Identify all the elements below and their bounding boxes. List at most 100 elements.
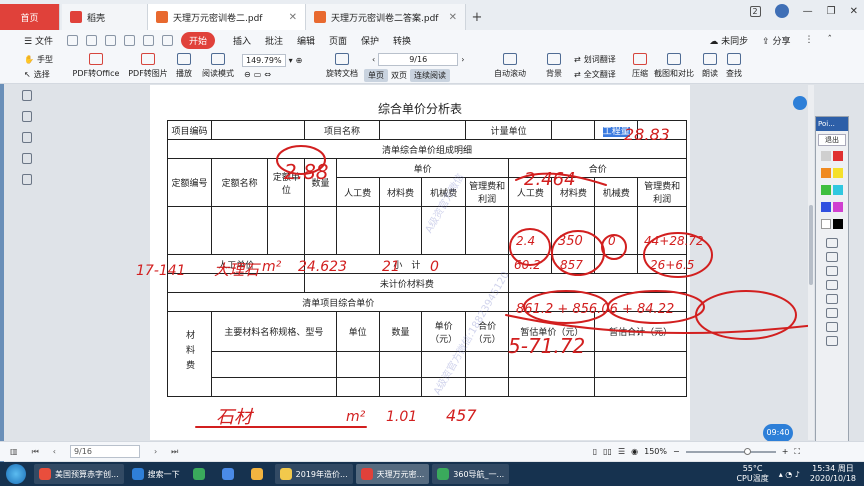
avatar[interactable] <box>774 4 789 18</box>
color-swatch[interactable] <box>821 185 831 195</box>
menu-insert[interactable]: 插入 <box>233 34 251 47</box>
taskbar-item[interactable]: 360导航_一... <box>432 464 510 484</box>
color-swatch[interactable] <box>821 168 831 178</box>
color-swatch[interactable] <box>833 219 843 229</box>
color-swatch[interactable] <box>821 202 831 212</box>
menu-page[interactable]: 页面 <box>329 34 347 47</box>
taskbar-item[interactable]: 美国预算赤字创... <box>34 464 124 484</box>
cpu-temp[interactable]: 55°C CPU温度 <box>736 464 768 484</box>
select-tool[interactable]: ↖ 选择 <box>24 69 50 80</box>
signature-icon[interactable] <box>22 174 32 185</box>
rect-tool-icon[interactable] <box>826 266 838 276</box>
zoom-slider[interactable] <box>685 447 776 455</box>
eye-icon[interactable]: ◉ <box>631 447 638 456</box>
menu-edit[interactable]: 编辑 <box>297 34 315 47</box>
redo-icon[interactable] <box>161 34 173 46</box>
window-count-badge[interactable]: 2 <box>749 5 761 17</box>
zoom-in-icon[interactable]: + <box>782 447 789 456</box>
print-preview-icon[interactable] <box>123 34 135 46</box>
next-page-icon[interactable]: › <box>461 55 464 64</box>
assistant-float-button[interactable] <box>793 96 807 110</box>
next-page-icon[interactable]: › <box>154 447 157 456</box>
document-viewport[interactable]: 综合单价分析表 项目编码 项目名称 计量单位 工程量 清单综合单价组成明细 定额… <box>46 85 808 440</box>
single-page-button[interactable]: 单页 <box>364 69 388 82</box>
screenshot-compare-button[interactable]: 截图和对比 <box>654 53 694 79</box>
view-double-icon[interactable]: ▯▯ <box>603 447 612 456</box>
compress-button[interactable]: 压缩 <box>628 53 652 79</box>
play-button[interactable]: 播放 <box>172 53 196 79</box>
background-button[interactable]: 背景 <box>540 53 568 79</box>
thumbnail-icon[interactable] <box>22 111 32 122</box>
sync-button[interactable]: ☁ 未同步 <box>709 34 748 47</box>
taskbar-item[interactable] <box>246 464 272 484</box>
ellipse-tool-icon[interactable] <box>826 280 838 290</box>
fit-page-icon[interactable]: ▭ <box>254 70 262 79</box>
share-button[interactable]: ⇪ 分享 <box>762 34 790 47</box>
zoom-select[interactable]: 149.79% <box>242 54 286 67</box>
undo-icon[interactable] <box>826 322 838 332</box>
menu-protect[interactable]: 保护 <box>361 34 379 47</box>
open-icon[interactable] <box>66 34 78 46</box>
close-icon[interactable]: ✕ <box>289 12 297 23</box>
vertical-scrollbar[interactable] <box>808 85 814 440</box>
taskbar-item[interactable]: 天理万元密... <box>355 464 430 484</box>
zoom-in-icon[interactable]: ⊕ <box>296 56 303 65</box>
undo-icon[interactable] <box>142 34 154 46</box>
line-tool-icon[interactable] <box>826 252 838 262</box>
pdf-to-image-button[interactable]: PDF转图片 <box>128 53 168 79</box>
read-aloud-button[interactable]: 朗读 <box>700 53 720 79</box>
start-button[interactable] <box>6 464 26 484</box>
zoom-slider-knob[interactable] <box>743 447 751 455</box>
fit-width-icon[interactable]: ⇔ <box>264 70 271 79</box>
page-indicator[interactable]: 9/16 <box>69 445 140 458</box>
find-button[interactable]: 查找 <box>724 53 744 79</box>
clock[interactable]: 15:34 周日 2020/10/18 <box>810 464 856 484</box>
save-icon[interactable] <box>826 336 838 346</box>
continuous-button[interactable]: 连续阅读 <box>410 69 450 82</box>
color-swatch[interactable] <box>833 151 843 161</box>
more-icon[interactable]: ⋮ <box>805 35 814 45</box>
color-swatch[interactable] <box>833 185 843 195</box>
close-icon[interactable]: ✕ <box>449 12 457 23</box>
pen-tool-icon[interactable] <box>826 238 838 248</box>
attachment-icon[interactable] <box>22 153 32 164</box>
menu-file[interactable]: ☰ 文件 <box>24 34 53 47</box>
zoom-icon[interactable] <box>826 308 838 318</box>
menu-convert[interactable]: 转换 <box>393 34 411 47</box>
sidebar-toggle-icon[interactable]: ▥ <box>10 447 18 456</box>
first-page-icon[interactable]: ⏮ <box>32 447 39 457</box>
double-page-button[interactable]: 双页 <box>391 70 407 81</box>
color-swatch[interactable] <box>821 219 831 229</box>
color-swatch[interactable] <box>821 151 831 161</box>
close-window-icon[interactable]: ✕ <box>850 6 858 17</box>
tab-pdf-answers[interactable]: 天理万元密训卷二答案.pdf ✕ <box>306 4 466 30</box>
zoom-level[interactable]: 150% <box>644 447 667 456</box>
tray-icons[interactable]: ▴ ◔ ♪ <box>779 470 800 479</box>
taskbar-item[interactable]: 搜索一下 <box>127 464 185 484</box>
taskbar-item[interactable]: 2019年造价... <box>274 464 353 484</box>
view-single-icon[interactable]: ▯ <box>593 447 597 456</box>
new-tab-button[interactable]: + <box>466 4 488 30</box>
pdf-to-office-button[interactable]: PDF转Office <box>70 53 122 79</box>
comment-icon[interactable] <box>22 132 32 143</box>
menu-start[interactable]: 开始 <box>180 31 215 49</box>
check-icon[interactable] <box>826 294 838 304</box>
color-swatch[interactable] <box>833 168 843 178</box>
chevron-down-icon[interactable]: ▾ <box>289 56 293 65</box>
full-translate-button[interactable]: ⇄ 全文翻译 <box>574 69 616 80</box>
prev-page-icon[interactable]: ‹ <box>53 447 56 456</box>
bookmark-icon[interactable] <box>22 90 32 101</box>
zoom-out-icon[interactable]: − <box>673 447 680 456</box>
save-icon[interactable] <box>85 34 97 46</box>
hand-tool[interactable]: ✋ 手型 <box>24 54 53 65</box>
print-icon[interactable] <box>104 34 116 46</box>
tab-docer[interactable]: 稻壳 <box>62 4 148 30</box>
minimize-icon[interactable]: — <box>803 6 813 17</box>
menu-annotate[interactable]: 批注 <box>265 34 283 47</box>
scroll-thumb[interactable] <box>809 205 813 285</box>
zoom-out-icon[interactable]: ⊖ <box>244 70 251 79</box>
view-continuous-icon[interactable]: ☰ <box>618 447 625 456</box>
fullscreen-icon[interactable]: ⛶ <box>794 447 800 457</box>
tab-pdf-active[interactable]: 天理万元密训卷二.pdf ✕ <box>148 4 306 30</box>
word-translate-button[interactable]: ⇄ 划词翻译 <box>574 54 616 65</box>
